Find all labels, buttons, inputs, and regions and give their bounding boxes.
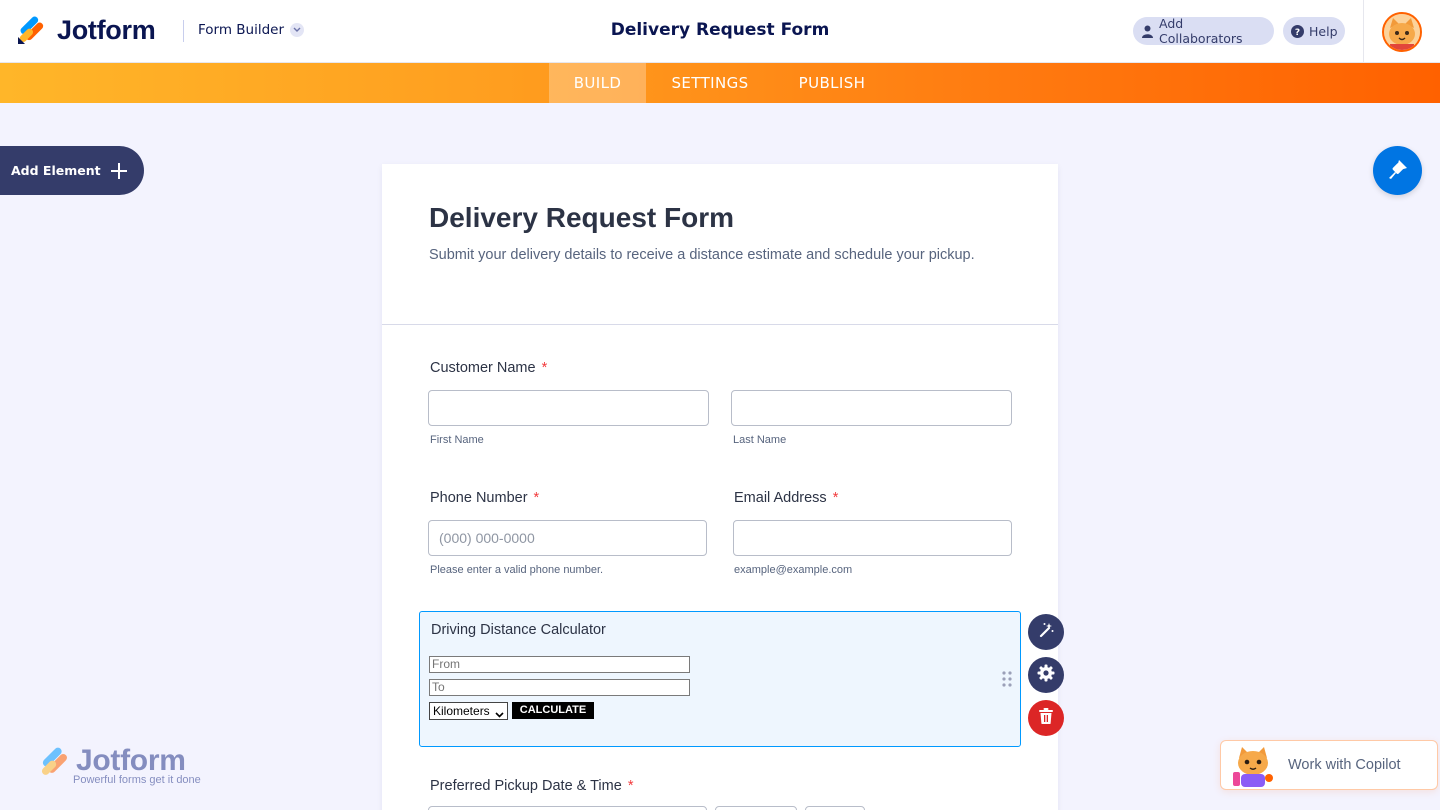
tab-build[interactable]: BUILD	[549, 63, 646, 103]
watermark-tagline: Powerful forms get it done	[73, 774, 201, 786]
watermark-brand: Jotform	[76, 744, 186, 777]
header-form-title[interactable]: Delivery Request Form	[611, 20, 830, 40]
phone-sublabel: Please enter a valid phone number.	[430, 564, 604, 576]
pickup-label-text: Preferred Pickup Date & Time	[430, 778, 622, 794]
phone-label-text: Phone Number	[430, 490, 528, 506]
phone-input[interactable]: (000) 000-0000	[428, 520, 707, 556]
first-name-sublabel: First Name	[430, 434, 484, 446]
to-input[interactable]: To	[429, 679, 690, 696]
avatar[interactable]	[1382, 12, 1422, 52]
tab-publish[interactable]: PUBLISH	[790, 63, 874, 103]
phone-label: Phone Number *	[430, 490, 539, 506]
form-subtitle[interactable]: Submit your delivery details to receive …	[429, 244, 989, 267]
delete-field-button[interactable]	[1028, 700, 1064, 736]
add-collaborators-label: Add Collaborators	[1159, 16, 1243, 46]
header-divider-line	[382, 324, 1058, 325]
header-divider	[183, 20, 184, 42]
chevron-down-icon	[495, 707, 504, 718]
form-builder-label: Form Builder	[198, 22, 285, 38]
last-name-input[interactable]	[731, 390, 1012, 426]
work-with-copilot-button[interactable]: Work with Copilot	[1220, 740, 1438, 790]
customer-name-label: Customer Name *	[430, 360, 547, 376]
magic-wand-icon	[1037, 621, 1055, 643]
user-icon	[1141, 25, 1154, 38]
field-settings-button[interactable]	[1028, 657, 1064, 693]
magic-wand-button[interactable]	[1028, 614, 1064, 650]
help-button[interactable]: ? Help	[1283, 17, 1345, 45]
unit-select-value: Kilometers	[433, 704, 490, 718]
required-mark: *	[533, 490, 540, 506]
tab-settings[interactable]: SETTINGS	[660, 63, 760, 103]
unit-select[interactable]: Kilometers	[429, 702, 508, 720]
copilot-mascot-icon	[1229, 744, 1277, 788]
add-element-label: Add Element	[11, 163, 101, 178]
from-input[interactable]: From	[429, 656, 690, 673]
brand-name: Jotform	[57, 14, 156, 45]
email-input[interactable]	[733, 520, 1012, 556]
form-builder-menu[interactable]: Form Builder	[198, 22, 305, 38]
svg-text:?: ?	[1295, 28, 1300, 38]
add-element-button[interactable]: Add Element	[0, 146, 144, 195]
calculate-button[interactable]: CALCULATE	[512, 702, 594, 719]
chevron-down-icon	[290, 23, 305, 37]
help-icon: ?	[1291, 24, 1304, 38]
widget-title: Driving Distance Calculator	[431, 622, 606, 638]
last-name-sublabel: Last Name	[733, 434, 787, 446]
top-header: Jotform Form Builder Delivery Request Fo…	[0, 0, 1440, 63]
email-label-text: Email Address	[734, 490, 827, 506]
required-mark: *	[832, 490, 839, 506]
pickup-label: Preferred Pickup Date & Time *	[430, 778, 633, 794]
customer-name-label-text: Customer Name	[430, 360, 536, 376]
first-name-input[interactable]	[428, 390, 709, 426]
pickup-date-input[interactable]	[428, 806, 707, 810]
help-label: Help	[1309, 23, 1338, 39]
header-separator	[1363, 0, 1364, 63]
form-designer-button[interactable]	[1373, 146, 1422, 195]
pickup-minute-select[interactable]	[805, 806, 865, 810]
required-mark: *	[627, 778, 634, 794]
pickup-hour-select[interactable]	[715, 806, 797, 810]
jotform-logo[interactable]: Jotform	[17, 14, 156, 46]
required-mark: *	[541, 360, 548, 376]
copilot-label: Work with Copilot	[1288, 757, 1401, 773]
add-collaborators-button[interactable]: Add Collaborators	[1133, 16, 1274, 46]
distance-calculator-widget[interactable]: Driving Distance Calculator From To Kilo…	[419, 611, 1021, 747]
jotform-logo-icon	[17, 15, 45, 45]
email-label: Email Address *	[734, 490, 838, 506]
builder-nav: BUILD SETTINGS PUBLISH	[0, 63, 1440, 103]
to-placeholder: To	[432, 680, 445, 694]
from-placeholder: From	[432, 657, 460, 671]
form-title[interactable]: Delivery Request Form	[429, 202, 734, 234]
email-sublabel: example@example.com	[734, 564, 853, 576]
drag-handle-icon[interactable]	[1002, 671, 1012, 687]
jotform-logo-icon	[38, 746, 70, 782]
paint-brush-icon	[1385, 156, 1411, 186]
plus-icon	[108, 160, 130, 182]
gear-icon	[1037, 664, 1055, 686]
phone-placeholder: (000) 000-0000	[439, 530, 535, 546]
trash-icon	[1038, 707, 1054, 729]
